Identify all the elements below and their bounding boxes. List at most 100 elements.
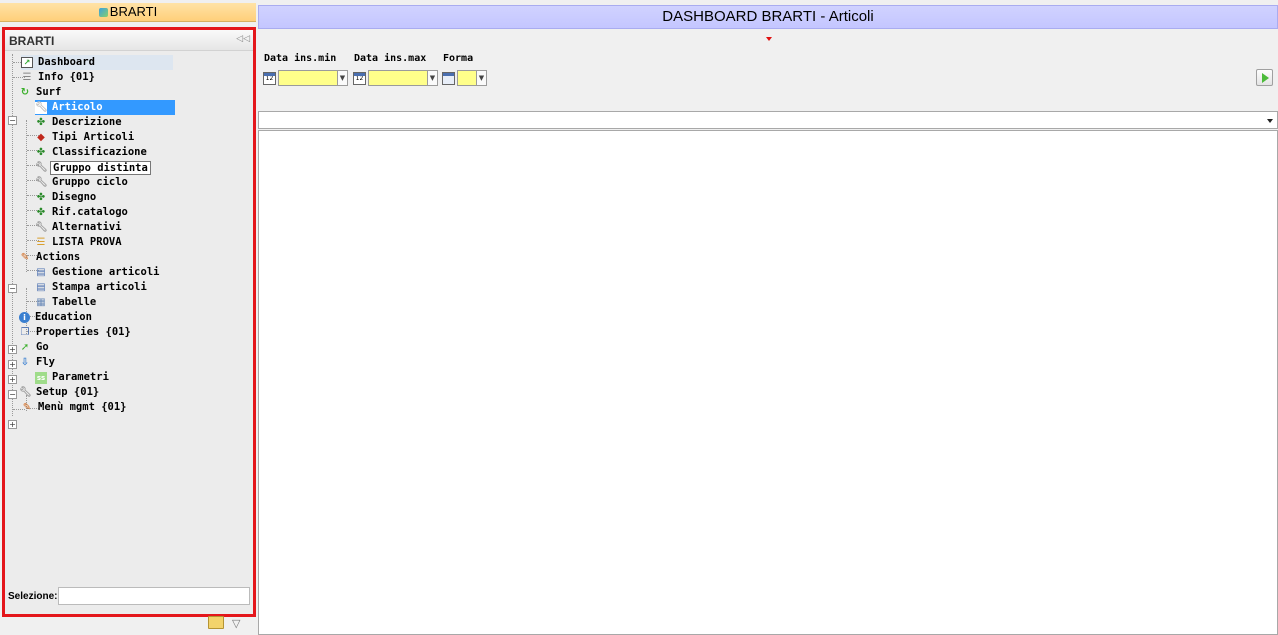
- tree-item-disegno[interactable]: ✤ Disegno: [35, 190, 98, 205]
- molecule-icon: ✤: [36, 191, 46, 203]
- expand-toggle-properties[interactable]: +: [8, 360, 17, 369]
- navigation-panel: BRARTI ◁◁ − − + + + − + ↗ Dashboard ☰ In…: [2, 27, 256, 617]
- tree-item-label: Disegno: [52, 191, 97, 203]
- tree-item-alternativi[interactable]: 🔧︎ Alternativi: [35, 220, 124, 235]
- tree-item-label: Go: [36, 341, 49, 353]
- molecule-icon: ✤: [36, 116, 46, 128]
- selection-input[interactable]: [58, 587, 250, 605]
- tree-item-label: Gruppo ciclo: [52, 176, 128, 188]
- tree-item-label: Classificazione: [52, 146, 147, 158]
- tree-item-info[interactable]: ☰ Info {01}: [21, 70, 97, 85]
- wrench-icon: 🔧︎: [35, 176, 48, 188]
- tree-item-menu-mgmt[interactable]: ✎ Menù mgmt {01}: [21, 400, 129, 415]
- edit-icon: ✎: [22, 401, 32, 413]
- monitor-icon: ▤: [36, 281, 46, 293]
- monitor-icon: ▤: [36, 266, 46, 278]
- date-min-input[interactable]: [278, 70, 338, 86]
- expand-toggle-actions[interactable]: −: [8, 284, 17, 293]
- tree-item-properties[interactable]: ❐ Properties {01}: [19, 325, 133, 340]
- properties-icon: ❐: [20, 326, 30, 338]
- tree-item-label: Descrizione: [52, 116, 122, 128]
- tree-item-gestione-articoli[interactable]: ▤ Gestione articoli: [35, 265, 161, 280]
- tree-item-label: Education: [35, 311, 92, 323]
- tree-item-dashboard[interactable]: ↗ Dashboard: [21, 55, 173, 70]
- tree-item-label: Articolo: [50, 100, 105, 115]
- expand-toggle-education[interactable]: +: [8, 345, 17, 354]
- folder-icon[interactable]: [208, 616, 224, 629]
- go-icon: ➚: [20, 341, 30, 353]
- tree-item-gruppo-ciclo[interactable]: 🔧︎ Gruppo ciclo: [35, 175, 130, 190]
- panel-title: BRARTI: [9, 34, 55, 48]
- chevron-down-icon[interactable]: [1267, 119, 1273, 123]
- date-min-field: 12 ▼: [263, 70, 348, 86]
- filter-label-data-ins-min: Data ins.min: [264, 53, 337, 64]
- view-select[interactable]: [258, 111, 1278, 129]
- tree-item-gruppo-distinta[interactable]: 🔧︎ Gruppo distinta: [35, 160, 151, 175]
- tree-item-label: Tabelle: [52, 296, 97, 308]
- app-title-bar: BRARTI: [0, 3, 256, 22]
- expand-toggle-fly[interactable]: −: [8, 390, 17, 399]
- tree-item-label: Parametri: [52, 371, 109, 383]
- tree-item-surf[interactable]: ↻ Surf: [19, 85, 63, 100]
- tree-item-label: Tipi Articoli: [52, 131, 135, 143]
- tree-item-tipi-articoli[interactable]: ◆ Tipi Articoli: [35, 130, 136, 145]
- chevron-down-icon[interactable]: ▼: [427, 70, 438, 86]
- tree-item-tabelle[interactable]: ▦ Tabelle: [35, 295, 98, 310]
- tree-item-lista-prova[interactable]: ☰ LISTA PROVA: [35, 235, 124, 250]
- chevron-down-icon[interactable]: ▽: [232, 617, 240, 630]
- chevron-down-icon[interactable]: ▼: [476, 70, 487, 86]
- tree-item-stampa-articoli[interactable]: ▤ Stampa articoli: [35, 280, 149, 295]
- download-arrow-icon: ⇩: [20, 356, 30, 368]
- expand-toggle-surf[interactable]: −: [8, 116, 17, 125]
- calendar-icon[interactable]: 12: [263, 72, 276, 85]
- date-max-field: 12 ▼: [353, 70, 438, 86]
- tree-item-label: LISTA PROVA: [52, 236, 122, 248]
- tree-item-label: Rif.catalogo: [52, 206, 128, 218]
- red-marker-icon: [766, 37, 772, 41]
- expand-toggle-go[interactable]: +: [8, 375, 17, 384]
- tree-item-label: Info {01}: [38, 71, 95, 83]
- cube-icon: ◆: [37, 131, 45, 143]
- calendar-icon[interactable]: 12: [353, 72, 366, 85]
- molecule-icon: ✤: [36, 146, 46, 158]
- tree-item-go[interactable]: ➚ Go: [19, 340, 51, 355]
- tree-item-setup[interactable]: 🔧︎ Setup {01}: [19, 385, 101, 400]
- date-max-input[interactable]: [368, 70, 428, 86]
- tree-item-label: Gruppo distinta: [50, 160, 151, 175]
- edit-icon: ✎: [20, 251, 30, 263]
- tree-item-label: Actions: [36, 251, 81, 263]
- tree-item-rif-catalogo[interactable]: ✤ Rif.catalogo: [35, 205, 130, 220]
- filter-label-data-ins-max: Data ins.max: [354, 53, 427, 64]
- tree-item-label: Fly: [36, 356, 55, 368]
- tree-item-label: Setup {01}: [36, 386, 100, 398]
- dashboard-title: DASHBOARD BRARTI - Articoli: [258, 5, 1278, 29]
- forma-input[interactable]: [457, 70, 477, 86]
- tree-item-parametri[interactable]: ss Parametri: [35, 370, 111, 385]
- dashboard-content: [258, 130, 1278, 635]
- tree-item-education[interactable]: i Education: [19, 310, 94, 325]
- chevron-down-icon[interactable]: ▼: [337, 70, 348, 86]
- tree-item-descrizione[interactable]: ✤ Descrizione: [35, 115, 124, 130]
- wrench-icon: 🔧︎: [35, 221, 48, 233]
- tree-item-label: Alternativi: [52, 221, 122, 233]
- table-icon: ▦: [36, 296, 46, 308]
- tree-item-classificazione[interactable]: ✤ Classificazione: [35, 145, 149, 160]
- double-chevron-left-icon[interactable]: ◁◁: [236, 34, 250, 44]
- tree-item-articolo[interactable]: 🔧︎ Articolo: [35, 100, 175, 115]
- expand-toggle-setup[interactable]: +: [8, 420, 17, 429]
- parameters-icon: ss: [35, 371, 47, 384]
- tree-item-label: Menù mgmt {01}: [38, 401, 127, 413]
- molecule-icon: ✤: [36, 206, 46, 218]
- table-icon[interactable]: [442, 72, 455, 85]
- tree-item-label: Surf: [36, 86, 62, 98]
- selection-label: Selezione:: [8, 591, 58, 602]
- panel-footer: ▽: [208, 616, 240, 630]
- dashboard-icon: ↗: [21, 57, 33, 68]
- tree-item-label: Properties {01}: [36, 326, 131, 338]
- tree-item-actions[interactable]: ✎ Actions: [19, 250, 82, 265]
- tree-item-fly[interactable]: ⇩ Fly: [19, 355, 57, 370]
- app-title: BRARTI: [109, 4, 158, 19]
- play-icon[interactable]: [1256, 69, 1273, 86]
- panel-header: BRARTI ◁◁: [5, 30, 253, 51]
- wrench-icon: 🔧︎: [35, 161, 48, 173]
